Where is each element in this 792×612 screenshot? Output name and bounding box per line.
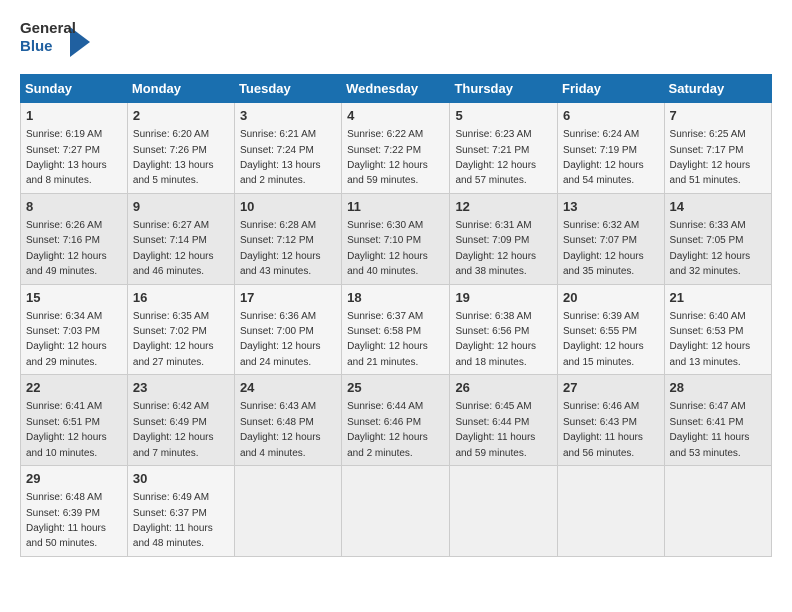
- calendar-header-thursday: Thursday: [450, 75, 558, 103]
- calendar-header-monday: Monday: [127, 75, 234, 103]
- calendar-day-2: 2Sunrise: 6:20 AMSunset: 7:26 PMDaylight…: [127, 103, 234, 194]
- calendar-day-empty: [342, 466, 450, 557]
- logo: General Blue: [20, 20, 90, 64]
- logo-graphic: General Blue: [20, 20, 70, 64]
- day-number: 16: [133, 289, 229, 307]
- day-number: 27: [563, 379, 659, 397]
- day-number: 10: [240, 198, 336, 216]
- calendar-day-19: 19Sunrise: 6:38 AMSunset: 6:56 PMDayligh…: [450, 284, 558, 375]
- day-number: 5: [455, 107, 552, 125]
- calendar-day-24: 24Sunrise: 6:43 AMSunset: 6:48 PMDayligh…: [234, 375, 341, 466]
- day-number: 3: [240, 107, 336, 125]
- logo-blue: Blue: [20, 38, 70, 56]
- day-number: 21: [670, 289, 766, 307]
- calendar-header-row: SundayMondayTuesdayWednesdayThursdayFrid…: [21, 75, 772, 103]
- calendar-day-empty: [450, 466, 558, 557]
- calendar-day-3: 3Sunrise: 6:21 AMSunset: 7:24 PMDaylight…: [234, 103, 341, 194]
- day-number: 29: [26, 470, 122, 488]
- day-number: 17: [240, 289, 336, 307]
- calendar-day-12: 12Sunrise: 6:31 AMSunset: 7:09 PMDayligh…: [450, 193, 558, 284]
- calendar-day-27: 27Sunrise: 6:46 AMSunset: 6:43 PMDayligh…: [558, 375, 665, 466]
- calendar-week-3: 15Sunrise: 6:34 AMSunset: 7:03 PMDayligh…: [21, 284, 772, 375]
- day-number: 13: [563, 198, 659, 216]
- calendar-day-8: 8Sunrise: 6:26 AMSunset: 7:16 PMDaylight…: [21, 193, 128, 284]
- calendar-week-1: 1Sunrise: 6:19 AMSunset: 7:27 PMDaylight…: [21, 103, 772, 194]
- calendar-day-29: 29Sunrise: 6:48 AMSunset: 6:39 PMDayligh…: [21, 466, 128, 557]
- day-number: 9: [133, 198, 229, 216]
- day-number: 20: [563, 289, 659, 307]
- calendar-day-20: 20Sunrise: 6:39 AMSunset: 6:55 PMDayligh…: [558, 284, 665, 375]
- calendar-week-5: 29Sunrise: 6:48 AMSunset: 6:39 PMDayligh…: [21, 466, 772, 557]
- calendar-day-13: 13Sunrise: 6:32 AMSunset: 7:07 PMDayligh…: [558, 193, 665, 284]
- day-number: 8: [26, 198, 122, 216]
- day-number: 28: [670, 379, 766, 397]
- day-number: 4: [347, 107, 444, 125]
- day-number: 23: [133, 379, 229, 397]
- calendar-day-23: 23Sunrise: 6:42 AMSunset: 6:49 PMDayligh…: [127, 375, 234, 466]
- logo-general: General: [20, 20, 70, 38]
- calendar-day-18: 18Sunrise: 6:37 AMSunset: 6:58 PMDayligh…: [342, 284, 450, 375]
- calendar-day-4: 4Sunrise: 6:22 AMSunset: 7:22 PMDaylight…: [342, 103, 450, 194]
- calendar-day-9: 9Sunrise: 6:27 AMSunset: 7:14 PMDaylight…: [127, 193, 234, 284]
- calendar-day-14: 14Sunrise: 6:33 AMSunset: 7:05 PMDayligh…: [664, 193, 771, 284]
- day-number: 12: [455, 198, 552, 216]
- day-number: 11: [347, 198, 444, 216]
- day-number: 7: [670, 107, 766, 125]
- calendar-day-empty: [558, 466, 665, 557]
- calendar-day-6: 6Sunrise: 6:24 AMSunset: 7:19 PMDaylight…: [558, 103, 665, 194]
- day-number: 22: [26, 379, 122, 397]
- calendar-day-1: 1Sunrise: 6:19 AMSunset: 7:27 PMDaylight…: [21, 103, 128, 194]
- day-number: 19: [455, 289, 552, 307]
- day-number: 26: [455, 379, 552, 397]
- day-number: 14: [670, 198, 766, 216]
- day-number: 6: [563, 107, 659, 125]
- calendar-header-friday: Friday: [558, 75, 665, 103]
- calendar-header-sunday: Sunday: [21, 75, 128, 103]
- calendar-day-25: 25Sunrise: 6:44 AMSunset: 6:46 PMDayligh…: [342, 375, 450, 466]
- day-number: 24: [240, 379, 336, 397]
- calendar-day-empty: [234, 466, 341, 557]
- calendar-day-17: 17Sunrise: 6:36 AMSunset: 7:00 PMDayligh…: [234, 284, 341, 375]
- day-number: 15: [26, 289, 122, 307]
- calendar-day-empty: [664, 466, 771, 557]
- day-number: 30: [133, 470, 229, 488]
- calendar-day-28: 28Sunrise: 6:47 AMSunset: 6:41 PMDayligh…: [664, 375, 771, 466]
- calendar-day-5: 5Sunrise: 6:23 AMSunset: 7:21 PMDaylight…: [450, 103, 558, 194]
- calendar-day-16: 16Sunrise: 6:35 AMSunset: 7:02 PMDayligh…: [127, 284, 234, 375]
- calendar-header-saturday: Saturday: [664, 75, 771, 103]
- calendar-day-7: 7Sunrise: 6:25 AMSunset: 7:17 PMDaylight…: [664, 103, 771, 194]
- calendar-table: SundayMondayTuesdayWednesdayThursdayFrid…: [20, 74, 772, 557]
- page-header: General Blue: [20, 20, 772, 64]
- calendar-day-30: 30Sunrise: 6:49 AMSunset: 6:37 PMDayligh…: [127, 466, 234, 557]
- day-number: 1: [26, 107, 122, 125]
- calendar-day-26: 26Sunrise: 6:45 AMSunset: 6:44 PMDayligh…: [450, 375, 558, 466]
- calendar-day-22: 22Sunrise: 6:41 AMSunset: 6:51 PMDayligh…: [21, 375, 128, 466]
- day-number: 18: [347, 289, 444, 307]
- calendar-header-tuesday: Tuesday: [234, 75, 341, 103]
- calendar-week-4: 22Sunrise: 6:41 AMSunset: 6:51 PMDayligh…: [21, 375, 772, 466]
- calendar-day-11: 11Sunrise: 6:30 AMSunset: 7:10 PMDayligh…: [342, 193, 450, 284]
- logo-container: General Blue: [20, 20, 90, 64]
- calendar-day-21: 21Sunrise: 6:40 AMSunset: 6:53 PMDayligh…: [664, 284, 771, 375]
- calendar-week-2: 8Sunrise: 6:26 AMSunset: 7:16 PMDaylight…: [21, 193, 772, 284]
- day-number: 25: [347, 379, 444, 397]
- calendar-day-15: 15Sunrise: 6:34 AMSunset: 7:03 PMDayligh…: [21, 284, 128, 375]
- day-number: 2: [133, 107, 229, 125]
- calendar-day-10: 10Sunrise: 6:28 AMSunset: 7:12 PMDayligh…: [234, 193, 341, 284]
- calendar-header-wednesday: Wednesday: [342, 75, 450, 103]
